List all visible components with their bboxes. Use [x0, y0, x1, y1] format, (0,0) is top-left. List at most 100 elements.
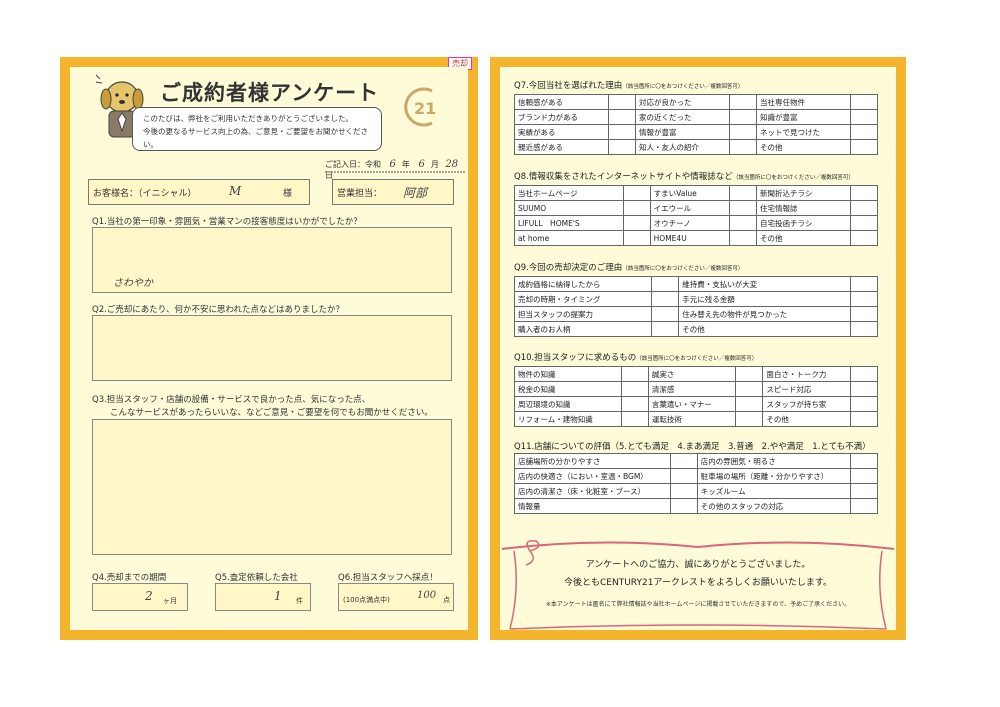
q9-checkbox[interactable]: [850, 321, 878, 337]
q7-option[interactable]: 知識が豊富: [756, 109, 851, 125]
staff-box[interactable]: 営業担当： 阿部: [332, 179, 454, 205]
q8-checkbox[interactable]: [850, 230, 878, 246]
q8-option[interactable]: すまいValue: [649, 185, 731, 201]
q7-option[interactable]: 対応が良かった: [635, 94, 730, 110]
q9-option[interactable]: 住み替え先の物件が見つかった: [678, 306, 851, 322]
q9-checkbox[interactable]: [850, 276, 878, 292]
q8-checkbox[interactable]: [622, 200, 651, 216]
q7-option[interactable]: 知人・友人の紹介: [635, 139, 730, 155]
q8-option[interactable]: 自宅投函チラシ: [756, 215, 851, 231]
q3-answer-box[interactable]: [92, 419, 452, 555]
q9-option[interactable]: 購入者のお人柄: [513, 321, 653, 337]
q10-checkbox[interactable]: [850, 366, 878, 382]
q8-option[interactable]: イエウール: [649, 200, 731, 216]
q10-option[interactable]: その他: [762, 411, 851, 427]
q10-option[interactable]: スピード対応: [762, 381, 851, 397]
q7-checkbox[interactable]: [729, 94, 757, 110]
q7-option[interactable]: 実績がある: [514, 124, 609, 140]
q10-option[interactable]: 清潔感: [647, 381, 737, 397]
q7-checkbox[interactable]: [729, 139, 757, 155]
q8-checkbox[interactable]: [729, 200, 757, 216]
q11-rating[interactable]: [850, 498, 878, 514]
q7-option[interactable]: その他: [756, 139, 851, 155]
q9-checkbox[interactable]: [651, 276, 680, 292]
q8-option[interactable]: その他: [756, 230, 851, 246]
q11-rating[interactable]: [669, 498, 698, 514]
q2-answer-box[interactable]: [92, 315, 452, 381]
q10-option[interactable]: 誠実さ: [647, 366, 737, 382]
q8-checkbox[interactable]: [622, 185, 651, 201]
q9-option[interactable]: 売却の時期・タイミング: [513, 291, 653, 307]
q10-checkbox[interactable]: [850, 396, 878, 412]
q4-answer-box[interactable]: 2 ヶ月: [92, 583, 188, 611]
q10-checkbox[interactable]: [735, 396, 764, 412]
q10-checkbox[interactable]: [735, 366, 764, 382]
q10-option[interactable]: リフォーム・建物知識: [514, 411, 622, 427]
q8-checkbox[interactable]: [850, 215, 878, 231]
q7-checkbox[interactable]: [729, 109, 757, 125]
q11-rating[interactable]: [850, 453, 878, 469]
q8-option[interactable]: HOME4U: [649, 230, 731, 246]
customer-name-box[interactable]: お客様名：（イニシャル） M 様: [88, 179, 310, 205]
q9-option[interactable]: 成約価格に納得したから: [513, 276, 653, 292]
q7-checkbox[interactable]: [850, 94, 878, 110]
q9-option[interactable]: 維持費・支払いが大変: [678, 276, 851, 292]
q8-checkbox[interactable]: [729, 185, 757, 201]
q10-checkbox[interactable]: [620, 366, 649, 382]
q9-checkbox[interactable]: [651, 306, 680, 322]
q7-checkbox[interactable]: [729, 124, 757, 140]
q8-option[interactable]: 当社ホームページ: [514, 185, 624, 201]
q7-checkbox[interactable]: [608, 139, 636, 155]
q11-rating[interactable]: [850, 483, 878, 499]
q9-checkbox[interactable]: [850, 291, 878, 307]
q7-option[interactable]: ネットで見つけた: [756, 124, 851, 140]
date-month[interactable]: 6: [418, 159, 424, 170]
q7-option[interactable]: 情報が豊富: [635, 124, 730, 140]
q8-checkbox[interactable]: [622, 230, 651, 246]
q10-checkbox[interactable]: [620, 411, 649, 427]
q8-checkbox[interactable]: [622, 215, 651, 231]
q10-option[interactable]: 税金の知識: [514, 381, 622, 397]
q8-option[interactable]: at home: [514, 230, 624, 246]
q7-option[interactable]: 当社専任物件: [756, 94, 851, 110]
q8-checkbox[interactable]: [729, 230, 757, 246]
q5-answer-box[interactable]: 1 件: [215, 583, 311, 611]
date-day[interactable]: 28: [445, 159, 458, 170]
q8-option[interactable]: オウチーノ: [649, 215, 731, 231]
q10-option[interactable]: 物件の知識: [514, 366, 622, 382]
q7-checkbox[interactable]: [850, 124, 878, 140]
q8-checkbox[interactable]: [850, 200, 878, 216]
date-year[interactable]: 6: [390, 159, 396, 170]
q8-option[interactable]: LIFULL HOME'S: [514, 215, 624, 231]
q7-checkbox[interactable]: [850, 109, 878, 125]
q11-rating[interactable]: [669, 483, 698, 499]
q8-option[interactable]: 住宅情報誌: [756, 200, 851, 216]
q7-option[interactable]: 信頼感がある: [514, 94, 609, 110]
q7-checkbox[interactable]: [608, 124, 636, 140]
q9-option[interactable]: 手元に残る金額: [678, 291, 851, 307]
q8-option[interactable]: SUUMO: [514, 200, 624, 216]
q11-rating[interactable]: [850, 468, 878, 484]
q1-answer-box[interactable]: さわやか: [92, 227, 452, 293]
q9-checkbox[interactable]: [651, 321, 680, 337]
q10-checkbox[interactable]: [850, 411, 878, 427]
q10-checkbox[interactable]: [620, 381, 649, 397]
q10-option[interactable]: 周辺環境の知識: [514, 396, 622, 412]
q7-option[interactable]: 親近感がある: [514, 139, 609, 155]
q10-checkbox[interactable]: [735, 381, 764, 397]
q10-checkbox[interactable]: [850, 381, 878, 397]
q11-rating[interactable]: [669, 468, 698, 484]
q9-option[interactable]: その他: [678, 321, 851, 337]
q10-option[interactable]: 言葉遣い・マナー: [647, 396, 737, 412]
q9-checkbox[interactable]: [850, 306, 878, 322]
q9-option[interactable]: 担当スタッフの提案力: [513, 306, 653, 322]
q8-checkbox[interactable]: [729, 215, 757, 231]
q7-option[interactable]: ブランド力がある: [514, 109, 609, 125]
q10-checkbox[interactable]: [735, 411, 764, 427]
q10-checkbox[interactable]: [620, 396, 649, 412]
q6-answer-box[interactable]: (100点満点中) 100 点: [338, 583, 454, 611]
q7-checkbox[interactable]: [850, 139, 878, 155]
q10-option[interactable]: 面白さ・トーク力: [762, 366, 851, 382]
q8-checkbox[interactable]: [850, 185, 878, 201]
q10-option[interactable]: スタッフが持ち家: [762, 396, 851, 412]
